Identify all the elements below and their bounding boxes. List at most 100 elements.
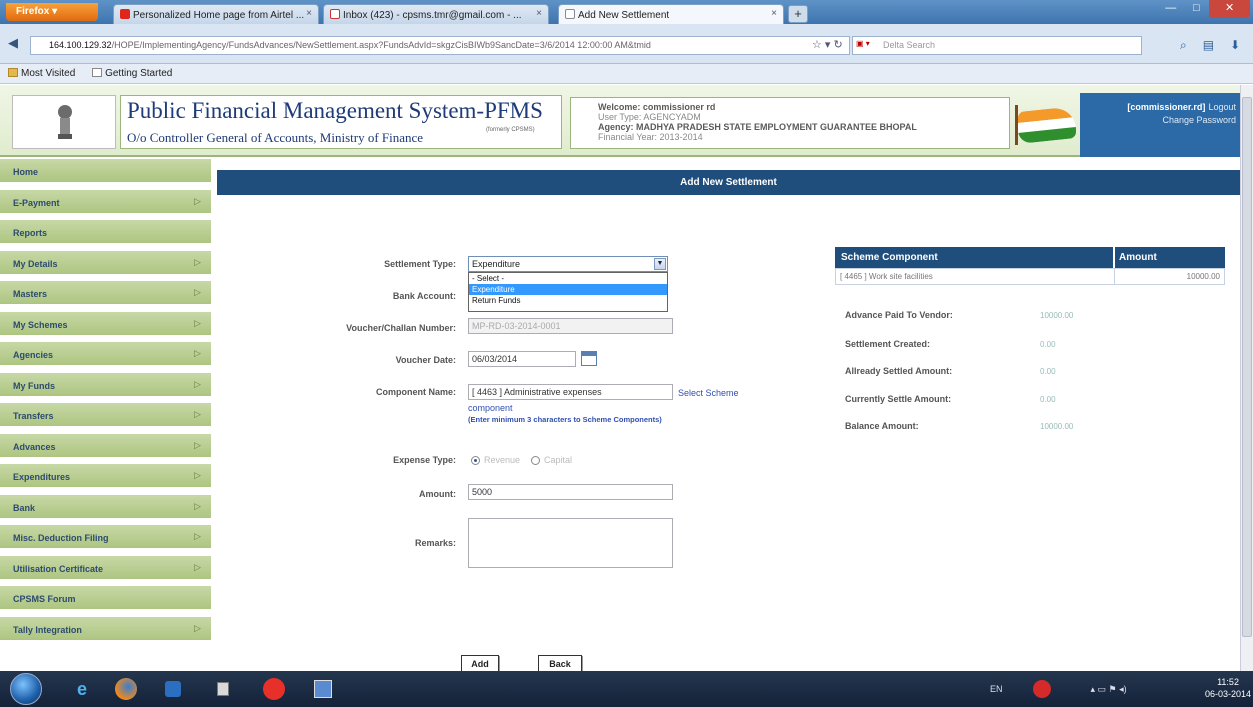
- remarks-textarea[interactable]: [468, 518, 673, 568]
- search-icon[interactable]: ⌕: [1180, 38, 1187, 53]
- search-input[interactable]: Delta Search: [852, 36, 1142, 55]
- minimize-icon[interactable]: —: [1158, 0, 1184, 18]
- search-engine-icon[interactable]: ▣ ▾: [856, 39, 878, 52]
- scrollbar-thumb[interactable]: [1242, 97, 1252, 637]
- user-type-text: User Type: AGENCYADM: [598, 112, 701, 122]
- chevron-right-icon: ▷: [194, 561, 201, 572]
- column-header-amount: Amount: [1119, 252, 1157, 263]
- sidebar-item-agencies[interactable]: Agencies ▷: [0, 342, 211, 367]
- browser-tab-bar: Firefox ▾ Personalized Home page from Ai…: [0, 0, 1253, 24]
- sidebar-item-expenditures[interactable]: Expenditures ▷: [0, 464, 211, 489]
- sidebar-menu: Home E-Payment ▷ Reports My Details ▷ Masters ▷…: [0, 159, 211, 671]
- component-name-field[interactable]: [ 4463 ] Administrative expenses: [468, 384, 673, 400]
- address-bar[interactable]: 164.100.129.32/HOPE/ImplementingAgency/F…: [30, 36, 850, 55]
- capital-radio[interactable]: [531, 456, 540, 465]
- voucher-date-label: Voucher Date:: [395, 355, 456, 365]
- voucher-number-label: Voucher/Challan Number:: [346, 323, 456, 333]
- option-return-funds[interactable]: Return Funds: [469, 295, 667, 306]
- sidebar-item-e-payment[interactable]: E-Payment ▷: [0, 189, 211, 215]
- tab-gmail[interactable]: Inbox (423) - cpsms.tmr@gmail.com - ... ×: [323, 4, 549, 24]
- tab-airtel[interactable]: Personalized Home page from Airtel ... ×: [113, 4, 319, 24]
- downloader-icon[interactable]: [203, 675, 243, 703]
- sidebar-item-home[interactable]: Home: [0, 159, 211, 184]
- back-arrow-icon[interactable]: ◀: [6, 36, 20, 50]
- settlement-type-value: Expenditure: [472, 259, 521, 269]
- bookmark-getting-started[interactable]: Getting Started: [92, 68, 172, 79]
- option-select[interactable]: - Select -: [469, 273, 667, 284]
- bookmark-most-visited[interactable]: Most Visited: [8, 68, 75, 79]
- chevron-right-icon: ▷: [194, 531, 201, 541]
- clock[interactable]: 11:52 06-03-2014: [1205, 676, 1251, 700]
- revenue-radio-label: Revenue: [484, 455, 521, 465]
- airtel-app-icon[interactable]: [254, 675, 294, 703]
- calendar-icon[interactable]: [581, 351, 597, 366]
- close-icon[interactable]: ×: [306, 8, 312, 19]
- expense-type-label: Expense Type:: [393, 455, 456, 465]
- amount-input[interactable]: 5000: [468, 484, 673, 500]
- media-player-icon[interactable]: [153, 675, 193, 703]
- revenue-radio[interactable]: [471, 456, 480, 465]
- chevron-right-icon: ▷: [194, 287, 201, 297]
- tab-title: Add New Settlement: [578, 10, 670, 21]
- chevron-down-icon[interactable]: ▼: [654, 258, 666, 270]
- firefox-icon[interactable]: [106, 675, 146, 703]
- chevron-right-icon: ▷: [194, 439, 201, 450]
- window-close-icon[interactable]: ✕: [1209, 0, 1251, 18]
- page-scrollbar[interactable]: [1240, 85, 1253, 671]
- windows-start-button[interactable]: [10, 673, 42, 705]
- sidebar-item-advances[interactable]: Advances ▷: [0, 433, 211, 459]
- close-icon[interactable]: ×: [536, 8, 542, 19]
- amount-value: 5000: [472, 487, 493, 497]
- bank-account-label: Bank Account:: [392, 291, 456, 301]
- voucher-date-field[interactable]: 06/03/2014: [468, 351, 576, 367]
- site-title-box: Public Financial Management System-PFMS …: [120, 95, 562, 149]
- sidebar-item-my-schemes[interactable]: My Schemes ▷: [0, 311, 211, 337]
- sidebar-item-misc-deduction-filing[interactable]: Misc. Deduction Filing ▷: [0, 525, 211, 550]
- select-scheme-component-link[interactable]: component: [468, 403, 513, 413]
- sidebar-item-label: Masters: [13, 289, 48, 299]
- download-icon[interactable]: ⬇: [1230, 38, 1240, 53]
- tab-add-new-settlement[interactable]: Add New Settlement ×: [558, 4, 784, 24]
- reload-icon[interactable]: ☆ ▾ ↻: [812, 38, 843, 51]
- sidebar-item-label: CPSMS Forum: [13, 594, 76, 604]
- select-scheme-link[interactable]: Select Scheme: [678, 388, 739, 398]
- notification-icons[interactable]: ▴ ▭ ⚑ ◂): [1091, 684, 1127, 695]
- sidebar-item-bank[interactable]: Bank ▷: [0, 494, 211, 520]
- folder-icon: [8, 68, 18, 77]
- bookmarks-icon[interactable]: ▤: [1203, 38, 1214, 53]
- logout-link[interactable]: Logout: [1208, 102, 1236, 112]
- settlement-type-select[interactable]: Expenditure ▼: [468, 256, 668, 272]
- sidebar-item-transfers[interactable]: Transfers ▷: [0, 403, 211, 428]
- close-icon[interactable]: ×: [771, 8, 777, 19]
- sidebar-item-label: E-Payment: [13, 197, 60, 208]
- sidebar-item-tally-integration[interactable]: Tally Integration ▷: [0, 616, 211, 642]
- new-tab-button[interactable]: +: [788, 5, 808, 23]
- chevron-right-icon: ▷: [194, 500, 201, 511]
- advance-paid-value: 10000.00: [1040, 311, 1074, 320]
- table-row[interactable]: [ 4465 ] Work site facilities 10000.00: [835, 268, 1225, 285]
- firefox-menu-button[interactable]: Firefox ▾: [6, 3, 98, 21]
- column-header-scheme-component: Scheme Component: [841, 252, 938, 263]
- network-app-icon[interactable]: [303, 675, 343, 703]
- voucher-date-value: 06/03/2014: [472, 354, 518, 364]
- internet-explorer-icon[interactable]: e: [62, 675, 102, 703]
- username-link[interactable]: [commissioner.rd]: [1127, 102, 1205, 112]
- sidebar-item-cpsms-forum[interactable]: CPSMS Forum: [0, 586, 211, 611]
- already-settled-label: Allready Settled Amount:: [845, 366, 953, 376]
- option-expenditure[interactable]: Expenditure: [469, 284, 667, 295]
- maximize-icon[interactable]: □: [1184, 0, 1210, 18]
- sidebar-item-my-details[interactable]: My Details ▷: [0, 250, 211, 276]
- add-button[interactable]: Add: [461, 655, 499, 671]
- window-controls: — □ ✕: [1158, 0, 1251, 18]
- change-password-link[interactable]: Change Password: [1080, 115, 1236, 125]
- sidebar-item-utilisation-certificate[interactable]: Utilisation Certificate ▷: [0, 555, 211, 581]
- antivirus-icon[interactable]: [1032, 680, 1051, 698]
- balance-amount-value: 10000.00: [1040, 422, 1074, 431]
- settlement-created-value: 0.00: [1040, 340, 1056, 349]
- sidebar-item-my-funds[interactable]: My Funds ▷: [0, 372, 211, 398]
- sidebar-item-masters[interactable]: Masters ▷: [0, 281, 211, 306]
- sidebar-item-reports[interactable]: Reports: [0, 220, 211, 245]
- page-title: Add New Settlement: [217, 170, 1240, 195]
- language-indicator[interactable]: EN: [990, 684, 1003, 694]
- back-button[interactable]: Back: [538, 655, 582, 671]
